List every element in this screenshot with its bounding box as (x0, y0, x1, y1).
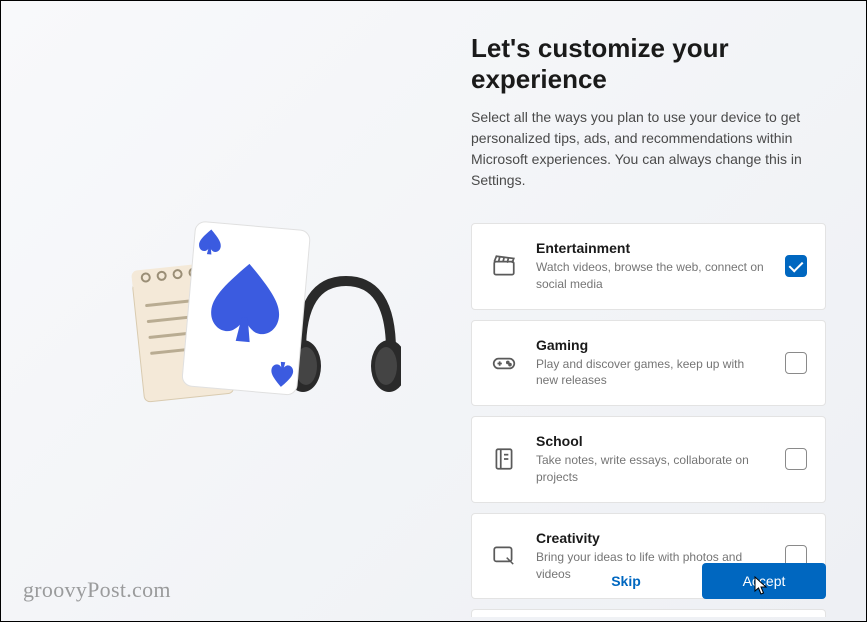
option-school[interactable]: School Take notes, write essays, collabo… (471, 416, 826, 503)
option-text: School Take notes, write essays, collabo… (536, 433, 767, 486)
page-title: Let's customize your experience (471, 33, 826, 95)
illustration (101, 191, 401, 431)
options-list: Entertainment Watch videos, browse the w… (471, 223, 826, 617)
option-checkbox[interactable] (785, 448, 807, 470)
footer-actions: Skip Accept (564, 563, 826, 599)
option-desc: Watch videos, browse the web, connect on… (536, 259, 767, 293)
option-entertainment[interactable]: Entertainment Watch videos, browse the w… (471, 223, 826, 310)
page-subtitle: Select all the ways you plan to use your… (471, 107, 826, 191)
accept-button[interactable]: Accept (702, 563, 826, 599)
option-desc: Take notes, write essays, collaborate on… (536, 452, 767, 486)
watermark: groovyPost.com (23, 577, 171, 603)
content-pane: Let's customize your experience Select a… (461, 1, 866, 621)
option-partial-next (471, 609, 826, 617)
option-gaming[interactable]: Gaming Play and discover games, keep up … (471, 320, 826, 407)
option-checkbox[interactable] (785, 352, 807, 374)
option-text: Gaming Play and discover games, keep up … (536, 337, 767, 390)
option-title: Creativity (536, 530, 767, 546)
option-title: Entertainment (536, 240, 767, 256)
illustration-pane (1, 1, 461, 621)
option-title: School (536, 433, 767, 449)
option-title: Gaming (536, 337, 767, 353)
notebook-icon (490, 445, 518, 473)
pen-tablet-icon (490, 542, 518, 570)
option-text: Entertainment Watch videos, browse the w… (536, 240, 767, 293)
skip-button[interactable]: Skip (564, 563, 688, 599)
gamepad-icon (490, 349, 518, 377)
option-desc: Play and discover games, keep up with ne… (536, 356, 767, 390)
option-checkbox[interactable] (785, 255, 807, 277)
clapperboard-icon (490, 252, 518, 280)
oobe-customize-screen: Let's customize your experience Select a… (1, 1, 866, 621)
